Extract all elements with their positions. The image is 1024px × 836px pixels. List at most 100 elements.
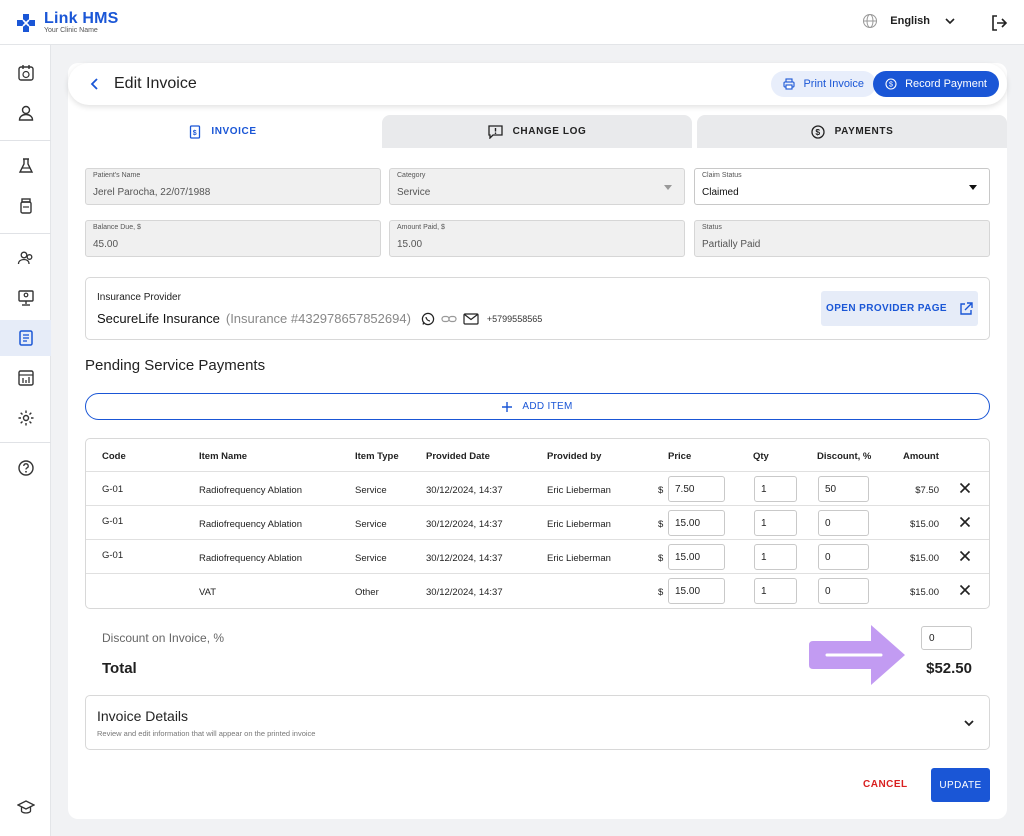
cancel-button[interactable]: CANCEL <box>863 779 908 790</box>
update-button[interactable]: UPDATE <box>931 768 990 802</box>
sidebar-item-reports[interactable] <box>0 360 51 396</box>
cell-item-type: Other <box>355 587 379 598</box>
field-value: 15.00 <box>397 239 423 250</box>
insurance-provider-label: Insurance Provider <box>97 292 181 303</box>
insurance-name: SecureLife Insurance <box>97 311 220 326</box>
table-row: G-01 Radiofrequency Ablation Service 30/… <box>86 505 989 539</box>
price-input[interactable]: 15.00 <box>668 510 725 536</box>
invoice-discount-input[interactable]: 0 <box>921 626 972 650</box>
dollar-circle-icon: $ <box>810 124 825 139</box>
insurance-number: (Insurance #432978657852694) <box>225 311 411 326</box>
logo-cross-icon <box>17 14 35 32</box>
currency-symbol: $ <box>658 519 664 530</box>
open-provider-page-button[interactable]: OPEN PROVIDER PAGE <box>821 291 978 326</box>
discount-input[interactable]: 0 <box>818 510 869 536</box>
tab-invoice[interactable]: $ INVOICE <box>68 115 378 148</box>
status-field[interactable]: Status Partially Paid <box>694 220 990 257</box>
field-label: Amount Paid, $ <box>397 224 445 231</box>
whatsapp-icon[interactable] <box>421 312 435 326</box>
chevron-down-icon <box>945 18 955 25</box>
currency-symbol: $ <box>658 553 664 564</box>
discount-input[interactable]: 0 <box>818 578 869 604</box>
svg-text:$: $ <box>193 130 198 137</box>
insurance-provider-panel: Insurance Provider SecureLife Insurance … <box>85 277 990 340</box>
record-payment-button[interactable]: $ Record Payment <box>873 71 999 97</box>
invoice-card: Edit Invoice Print Invoice $ Record Paym… <box>68 63 1007 819</box>
calendar-clock-icon <box>17 65 34 81</box>
total-label: Total <box>102 660 137 677</box>
col-header-price: Price <box>668 451 692 462</box>
graduation-cap-icon <box>16 800 35 814</box>
top-bar: Link HMS Your Clinic Name English <box>0 0 1024 45</box>
price-input[interactable]: 7.50 <box>668 476 725 502</box>
balance-due-field[interactable]: Balance Due, $ 45.00 <box>85 220 381 257</box>
tab-payments[interactable]: $ PAYMENTS <box>697 115 1007 148</box>
field-label: Category <box>397 172 426 179</box>
cell-code: G-01 <box>102 550 124 561</box>
sidebar-item-billing[interactable] <box>0 320 51 356</box>
cell-amount: $15.00 <box>909 587 939 598</box>
cell-item-name: Radiofrequency Ablation <box>199 553 302 564</box>
link-icon[interactable] <box>441 312 457 326</box>
discount-input[interactable]: 0 <box>818 544 869 570</box>
remove-item-icon[interactable] <box>959 550 971 562</box>
tab-change-log[interactable]: CHANGE LOG <box>382 115 692 148</box>
mail-icon[interactable] <box>463 312 479 326</box>
app-logo[interactable]: Link HMS Your Clinic Name <box>16 10 119 35</box>
col-header-item-type: Item Type <box>355 451 399 462</box>
cell-provided-by: Eric Lieberman <box>547 553 611 564</box>
sidebar-item-pharmacy[interactable] <box>0 188 51 224</box>
qty-input[interactable]: 1 <box>754 476 797 502</box>
sidebar-item-calendar[interactable] <box>0 55 51 91</box>
person-icon <box>18 105 33 121</box>
add-item-button[interactable]: ADD ITEM <box>85 393 990 420</box>
help-circle-icon <box>17 460 34 476</box>
sidebar-item-telemedicine[interactable] <box>0 280 51 316</box>
cell-provided-date: 30/12/2024, 14:37 <box>426 485 503 496</box>
invoice-details-panel[interactable]: Invoice Details Review and edit informat… <box>85 695 990 750</box>
tab-change-log-label: CHANGE LOG <box>512 126 587 137</box>
sidebar-item-settings[interactable] <box>0 400 51 436</box>
col-header-discount: Discount, % <box>817 451 872 462</box>
col-header-code: Code <box>102 451 126 462</box>
cell-item-name: VAT <box>199 587 217 598</box>
field-value: Service <box>397 187 431 198</box>
print-invoice-button[interactable]: Print Invoice <box>771 71 876 97</box>
category-select[interactable]: Category Service <box>389 168 685 205</box>
price-input[interactable]: 15.00 <box>668 544 725 570</box>
sidebar-item-help[interactable] <box>0 450 51 486</box>
app-tagline: Your Clinic Name <box>44 27 98 34</box>
sidebar-item-patients[interactable] <box>0 95 51 131</box>
logout-icon[interactable] <box>990 14 1008 32</box>
svg-text:$: $ <box>889 82 893 89</box>
language-selector[interactable]: English <box>862 13 956 29</box>
monitor-user-icon <box>17 290 34 306</box>
sidebar-item-staff[interactable] <box>0 240 51 276</box>
cell-item-name: Radiofrequency Ablation <box>199 485 302 496</box>
chevron-down-icon[interactable] <box>963 717 975 729</box>
field-label: Balance Due, $ <box>93 224 141 231</box>
invoice-details-title: Invoice Details <box>97 708 189 724</box>
amount-paid-field[interactable]: Amount Paid, $ 15.00 <box>389 220 685 257</box>
qty-input[interactable]: 1 <box>754 510 797 536</box>
remove-item-icon[interactable] <box>959 584 971 596</box>
invoice-icon <box>18 330 33 346</box>
col-header-provided-by: Provided by <box>547 451 602 462</box>
sidebar-item-academy[interactable] <box>0 789 51 825</box>
remove-item-icon[interactable] <box>959 516 971 528</box>
discount-input[interactable]: 50 <box>818 476 869 502</box>
qty-input[interactable]: 1 <box>754 544 797 570</box>
flask-icon <box>18 158 33 173</box>
table-row: G-01 Radiofrequency Ablation Service 30/… <box>86 539 989 573</box>
claim-status-select[interactable]: Claim Status Claimed <box>694 168 990 205</box>
col-header-item-name: Item Name <box>199 451 248 462</box>
back-arrow-icon[interactable] <box>88 76 102 92</box>
annotation-arrow-icon <box>809 625 905 685</box>
external-link-icon <box>960 301 973 315</box>
patient-name-field[interactable]: Patient's Name Jerel Parocha, 22/07/1988 <box>85 168 381 205</box>
remove-item-icon[interactable] <box>959 482 971 494</box>
insurance-phone: +5799558565 <box>486 313 543 324</box>
price-input[interactable]: 15.00 <box>668 578 725 604</box>
qty-input[interactable]: 1 <box>754 578 797 604</box>
sidebar-item-lab[interactable] <box>0 148 51 184</box>
